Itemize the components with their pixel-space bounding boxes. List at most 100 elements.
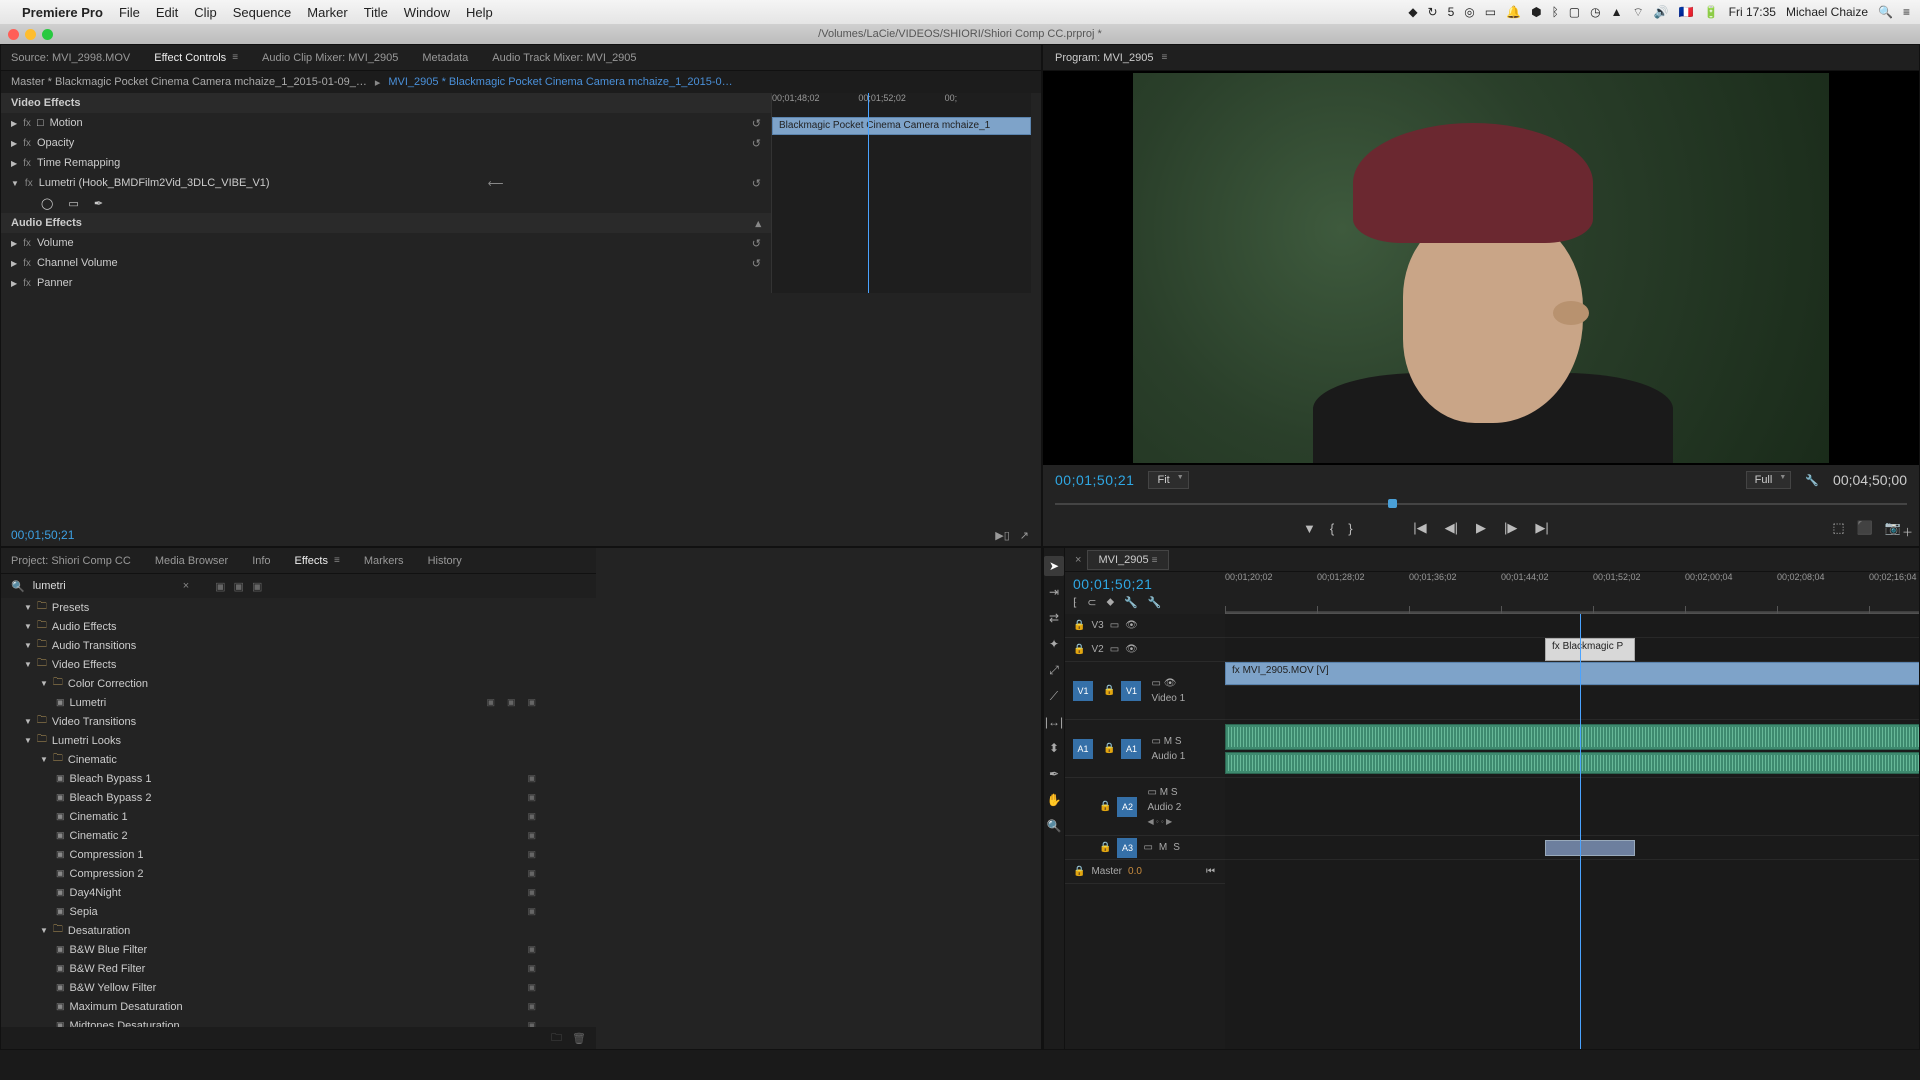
menu-clip[interactable]: Clip (194, 5, 216, 20)
tree-effect-item[interactable]: ▣Compression 2▣ (1, 864, 596, 883)
tray-bluetooth-icon[interactable]: ᛒ (1552, 5, 1559, 19)
tree-folder[interactable]: ▼🗀Video Transitions (1, 712, 596, 731)
track-header-v3[interactable]: 🔒V3▭👁 (1065, 614, 1225, 638)
sequence-clip-name[interactable]: MVI_2905 * Blackmagic Pocket Cinema Came… (388, 76, 732, 88)
tray-clock[interactable]: Fri 17:35 (1729, 5, 1776, 19)
mark-in-button[interactable]: { (1330, 521, 1334, 536)
tray-box-icon[interactable]: ▭ (1485, 5, 1496, 19)
tab-project[interactable]: Project: Shiori Comp CC (11, 555, 131, 567)
tab-media-browser[interactable]: Media Browser (155, 555, 228, 567)
timeline-settings-icon[interactable]: 🔧 (1124, 596, 1138, 609)
clip-a1-wave2[interactable] (1225, 752, 1920, 774)
panel-menu-icon[interactable]: ≡ (232, 52, 238, 63)
disclosure-triangle-icon[interactable]: ▼ (24, 641, 32, 650)
loop-playback-icon[interactable]: ▶▯ (995, 529, 1010, 542)
tree-effect-item[interactable]: ▣Day4Night▣ (1, 883, 596, 902)
menu-sequence[interactable]: Sequence (233, 5, 292, 20)
tray-wifi-icon[interactable]: ⌔ (1632, 5, 1643, 20)
tree-folder[interactable]: ▼🗀Presets (1, 598, 596, 617)
notification-center-icon[interactable]: ≡ (1903, 5, 1910, 19)
tab-markers[interactable]: Markers (364, 555, 404, 567)
menu-help[interactable]: Help (466, 5, 493, 20)
tree-effect-item[interactable]: ▣Bleach Bypass 2▣ (1, 788, 596, 807)
tab-audio-track-mixer[interactable]: Audio Track Mixer: MVI_2905 (492, 52, 636, 64)
track-header-a2[interactable]: 🔒 A2 ▭ M S Audio 2 ◀ ◦ ◦ ▶ (1065, 778, 1225, 836)
disclosure-triangle-icon[interactable]: ▼ (40, 755, 48, 764)
timeline-playhead[interactable] (1580, 614, 1581, 1049)
tab-history[interactable]: History (428, 555, 462, 567)
pen-mask-icon[interactable]: ✒ (94, 197, 103, 210)
close-window-button[interactable] (8, 29, 19, 40)
disclosure-triangle-icon[interactable]: ▼ (24, 660, 32, 669)
reset-icon[interactable]: ↺ (752, 177, 761, 190)
zoom-dropdown[interactable]: Fit (1148, 471, 1188, 489)
selection-tool[interactable]: ➤ (1044, 556, 1064, 576)
ellipse-mask-icon[interactable]: ◯ (41, 197, 53, 210)
pin-icon[interactable]: ⟵ (488, 177, 504, 190)
scrub-handle[interactable] (1388, 499, 1397, 508)
tab-metadata[interactable]: Metadata (422, 52, 468, 64)
tree-folder[interactable]: ▼🗀Color Correction (1, 674, 596, 693)
src-patch-a1[interactable]: A1 (1073, 739, 1093, 759)
timeline-sequence-tab[interactable]: MVI_2905 ≡ (1087, 550, 1168, 570)
program-scrubber[interactable] (1055, 495, 1907, 513)
minimize-window-button[interactable] (25, 29, 36, 40)
track-header-v2[interactable]: 🔒V2▭👁 (1065, 638, 1225, 662)
track-header-a1[interactable]: A1 🔒 A1 ▭ M S Audio 1 (1065, 720, 1225, 778)
disclosure-triangle-icon[interactable]: ▼ (24, 736, 32, 745)
menu-title[interactable]: Title (364, 5, 388, 20)
tray-timemachine-icon[interactable]: ◷ (1590, 5, 1600, 19)
tab-source[interactable]: Source: MVI_2998.MOV (11, 52, 130, 64)
track-header-master[interactable]: 🔒Master0.0⏮ (1065, 860, 1225, 884)
menu-window[interactable]: Window (404, 5, 450, 20)
tree-folder[interactable]: ▼🗀Desaturation (1, 921, 596, 940)
resolution-dropdown[interactable]: Full (1746, 471, 1792, 489)
tree-effect-item[interactable]: ▣Maximum Desaturation▣ (1, 997, 596, 1016)
timeline-timecode[interactable]: 00;01;50;21 (1073, 576, 1217, 592)
tray-volume-icon[interactable]: 🔊 (1654, 5, 1669, 19)
rate-stretch-tool[interactable]: ⤢ (1044, 660, 1064, 680)
export-frame-button[interactable]: 📷 (1885, 520, 1901, 536)
zoom-tool[interactable]: 🔍 (1044, 816, 1064, 836)
program-timecode[interactable]: 00;01;50;21 (1055, 472, 1134, 488)
tree-folder[interactable]: ▼🗀Audio Transitions (1, 636, 596, 655)
trk-patch-a2[interactable]: A2 (1117, 797, 1137, 817)
src-patch-v1[interactable]: V1 (1073, 681, 1093, 701)
tray-flag-icon[interactable]: 🇫🇷 (1679, 5, 1694, 19)
reset-icon[interactable]: ↺ (752, 137, 761, 150)
yuv-badge-icon[interactable]: ▣ (252, 580, 262, 593)
fx-channel-volume[interactable]: ▶fxChannel Volume↺ (1, 253, 771, 273)
effects-tree[interactable]: ▼🗀Presets▼🗀Audio Effects▼🗀Audio Transiti… (1, 598, 596, 1027)
tray-badge[interactable]: 5 (1448, 5, 1455, 19)
reset-icon[interactable]: ↺ (752, 257, 761, 270)
pen-tool[interactable]: ✒ (1044, 764, 1064, 784)
tree-folder[interactable]: ▼🗀Audio Effects (1, 617, 596, 636)
tab-audio-clip-mixer[interactable]: Audio Clip Mixer: MVI_2905 (262, 52, 398, 64)
mini-playhead[interactable] (868, 93, 869, 293)
tree-effect-item[interactable]: ▣Cinematic 2▣ (1, 826, 596, 845)
effect-controls-mini-timeline[interactable]: 00;01;48;02 00;01;52;02 00; Blackmagic P… (771, 93, 1031, 293)
fx-volume[interactable]: ▶fxVolume↺ (1, 233, 771, 253)
fx-lumetri-masks[interactable]: ◯ ▭ ✒ (1, 193, 771, 213)
hand-tool[interactable]: ✋ (1044, 790, 1064, 810)
fx-motion[interactable]: ▶fx□Motion↺ (1, 113, 771, 133)
timeline-ruler[interactable]: 00;01;20;0200;01;28;0200;01;36;0200;01;4… (1225, 572, 1920, 614)
tray-display-icon[interactable]: ▢ (1569, 5, 1580, 19)
collapse-icon[interactable]: ▴ (755, 217, 761, 230)
tray-cc-icon[interactable]: ◎ (1464, 5, 1474, 19)
tree-effect-item[interactable]: ▣B&W Red Filter▣ (1, 959, 596, 978)
slide-tool[interactable]: ⬍ (1044, 738, 1064, 758)
tree-folder[interactable]: ▼🗀Cinematic (1, 750, 596, 769)
disclosure-triangle-icon[interactable]: ▼ (24, 622, 32, 631)
tree-effect-item[interactable]: ▣Midtones Desaturation▣ (1, 1016, 596, 1027)
reset-icon[interactable]: ↺ (752, 237, 761, 250)
tray-battery-icon[interactable]: 🔋 (1704, 5, 1719, 19)
razor-tool[interactable]: ⟋ (1044, 686, 1064, 706)
fx-panner[interactable]: ▶fxPanner (1, 273, 771, 293)
tree-folder[interactable]: ▼🗀Video Effects (1, 655, 596, 674)
spotlight-icon[interactable]: 🔍 (1878, 5, 1893, 19)
fx-opacity[interactable]: ▶fxOpacity↺ (1, 133, 771, 153)
tab-info[interactable]: Info (252, 555, 270, 567)
snap-icon[interactable]: ⁅ (1073, 596, 1077, 609)
wrench-icon[interactable]: 🔧 (1148, 596, 1162, 609)
